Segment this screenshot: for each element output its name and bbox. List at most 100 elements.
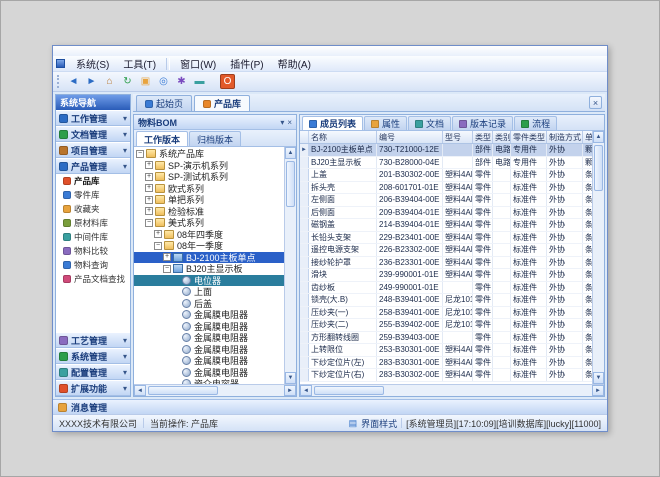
table-row[interactable]: 齿纱板249-990001-01E零件标准件外协条	[300, 282, 592, 295]
column-header[interactable]: 类型	[473, 131, 493, 143]
nav-item[interactable]: 原材料库	[56, 216, 130, 230]
exit-icon[interactable]: O	[220, 74, 235, 89]
tree-node[interactable]: 金属膜电阻器	[134, 367, 284, 379]
nav-item[interactable]: 产品文档查找	[56, 272, 130, 286]
column-header[interactable]: 单位	[583, 131, 592, 143]
detail-tab[interactable]: 属性	[364, 116, 407, 130]
tree-expander[interactable]: +	[145, 207, 153, 215]
table-row[interactable]: 上盖201-B30302-00E塑料4ABS零件标准件外协条	[300, 169, 592, 182]
tree-expander[interactable]: −	[163, 265, 171, 273]
forward-icon[interactable]: ►	[84, 74, 99, 89]
menu-item[interactable]: 窗口(W)	[173, 55, 223, 72]
tree-expander[interactable]: +	[154, 230, 162, 238]
panel-menu-icon[interactable]: ▾	[280, 118, 284, 127]
tree-expander[interactable]: +	[163, 253, 171, 261]
detail-tab[interactable]: 成员列表	[302, 116, 363, 130]
back-icon[interactable]: ◄	[66, 74, 81, 89]
nav-item[interactable]: 零件库	[56, 188, 130, 202]
tree-node[interactable]: −BJ20主显示板	[134, 263, 284, 275]
tree-expander[interactable]: −	[145, 219, 153, 227]
table-row[interactable]: 接纱轮护罩236-B23301-00E塑料4ABS零件标准件外协条	[300, 257, 592, 270]
tree-node[interactable]: 后盖	[134, 298, 284, 310]
bom-version-tab[interactable]: 归档版本	[189, 131, 241, 146]
scroll-thumb[interactable]	[148, 386, 218, 395]
scroll-thumb[interactable]	[286, 161, 295, 207]
nav-group[interactable]: 工艺管理▾	[56, 332, 130, 348]
detail-tab[interactable]: 流程	[514, 116, 557, 130]
nav-item[interactable]: 收藏夹	[56, 202, 130, 216]
ui-style-icon[interactable]: ▤	[349, 418, 358, 429]
column-header[interactable]: 型号	[443, 131, 473, 143]
ui-style-label[interactable]: 界面样式	[361, 417, 397, 430]
bom-version-tab[interactable]: 工作版本	[136, 131, 188, 146]
column-header[interactable]: 编号	[377, 131, 443, 143]
scroll-track[interactable]	[312, 385, 592, 396]
nav-group[interactable]: 工作管理▾	[56, 110, 130, 126]
table-row[interactable]: 长铅头支架229-B23401-00E塑料4ABS零件标准件外协条	[300, 232, 592, 245]
menu-item[interactable]: 帮助(A)	[271, 55, 318, 72]
tree-expander[interactable]: +	[145, 184, 153, 192]
message-panel-header[interactable]: 消息管理	[53, 399, 607, 414]
scroll-up-icon[interactable]: ▲	[285, 147, 296, 159]
tree-node[interactable]: +BJ-2100主板单点	[134, 252, 284, 264]
tree-expander[interactable]: +	[145, 196, 153, 204]
tree-expander[interactable]: −	[136, 150, 144, 158]
nav-group[interactable]: 产品管理▾	[56, 158, 130, 174]
detail-tab[interactable]: 文档	[408, 116, 451, 130]
table-row[interactable]: 上转限位253-B30301-00E塑料4ABS零件标准件外协条	[300, 344, 592, 357]
document-tab[interactable]: 产品库	[194, 95, 250, 111]
table-row[interactable]: 磁钢盖214-B39404-01E塑料4ABS零件标准件外协条	[300, 219, 592, 232]
scroll-track[interactable]	[285, 159, 296, 372]
folder-icon[interactable]: ▣	[138, 74, 153, 89]
scroll-left-icon[interactable]: ◄	[134, 385, 146, 396]
column-header[interactable]: 制造方式	[547, 131, 583, 143]
nav-group[interactable]: 文档管理▾	[56, 126, 130, 142]
table-row[interactable]: BJ20主显示板730-B28000-04E部件电路板专用件外协颗	[300, 157, 592, 170]
tree-node[interactable]: 金属膜电阻器	[134, 309, 284, 321]
table-row[interactable]: 拆头壳208-601701-01E塑料4ABS零件标准件外协条	[300, 182, 592, 195]
tree-node[interactable]: 上面	[134, 286, 284, 298]
tree-node[interactable]: 金属膜电阻器	[134, 321, 284, 333]
home-icon[interactable]: ⌂	[102, 74, 117, 89]
scroll-track[interactable]	[593, 143, 604, 372]
tree-node[interactable]: +SP-演示机系列	[134, 160, 284, 172]
table-row[interactable]: 锁壳(大.B)248-B39401-00E尼龙1010零件标准件外协条	[300, 294, 592, 307]
table-row[interactable]: 压纱夹(二)255-B39402-00E尼龙1010零件标准件外协条	[300, 319, 592, 332]
scroll-thumb[interactable]	[314, 386, 384, 395]
nav-group[interactable]: 系统管理▾	[56, 348, 130, 364]
menu-item[interactable]: 插件(P)	[223, 55, 270, 72]
scroll-down-icon[interactable]: ▼	[593, 372, 604, 384]
tree-node[interactable]: +单把系列	[134, 194, 284, 206]
tree-node[interactable]: 电位器	[134, 275, 284, 287]
table-row[interactable]: ►BJ-2100主板单点730-T21000-12E部件电路板专用件外协颗	[300, 144, 592, 157]
close-tab-button[interactable]: ×	[589, 96, 602, 109]
tree-node[interactable]: +08年四季度	[134, 229, 284, 241]
tree-node[interactable]: +SP-测试机系列	[134, 171, 284, 183]
detail-tab[interactable]: 版本记录	[452, 116, 513, 130]
tree-expander[interactable]: −	[154, 242, 162, 250]
scroll-down-icon[interactable]: ▼	[285, 372, 296, 384]
toolbar-grip[interactable]	[57, 75, 61, 88]
tree-expander[interactable]: +	[145, 173, 153, 181]
nav-group[interactable]: 扩展功能▾	[56, 380, 130, 396]
refresh-icon[interactable]: ↻	[120, 74, 135, 89]
tree-horizontal-scrollbar[interactable]: ◄ ►	[134, 384, 296, 396]
tree-node[interactable]: −美式系列	[134, 217, 284, 229]
panel-close-icon[interactable]: ×	[287, 118, 292, 127]
table-row[interactable]: 下纱定位片(右)283-B30302-00E塑料4ABS零件标准件外协条	[300, 369, 592, 382]
table-vertical-scrollbar[interactable]: ▲ ▼	[592, 131, 604, 384]
table-row[interactable]: 下纱定位片(左)283-B30301-00E塑料4ABS零件标准件外协条	[300, 357, 592, 370]
table-row[interactable]: 左侧面206-B39404-00E塑料4ABS零件标准件外协条	[300, 194, 592, 207]
table-row[interactable]: 滑块239-990001-01E塑料4ABS零件标准件外协条	[300, 269, 592, 282]
menu-item[interactable]: 系统(S)	[69, 55, 116, 72]
table-row[interactable]: 遥控电源支架226-B23302-00E塑料4ABS零件标准件外协条	[300, 244, 592, 257]
scroll-thumb[interactable]	[594, 145, 603, 191]
tree-expander[interactable]: +	[145, 161, 153, 169]
column-header[interactable]: 零件类型	[511, 131, 547, 143]
column-header[interactable]: 类别	[493, 131, 511, 143]
tree-node[interactable]: −系统产品库	[134, 148, 284, 160]
scroll-right-icon[interactable]: ►	[592, 385, 604, 396]
table-row[interactable]: 方形翻转线圈259-B39403-00E零件标准件外协条	[300, 332, 592, 345]
scroll-up-icon[interactable]: ▲	[593, 131, 604, 143]
lock-icon[interactable]: ▬	[192, 74, 207, 89]
